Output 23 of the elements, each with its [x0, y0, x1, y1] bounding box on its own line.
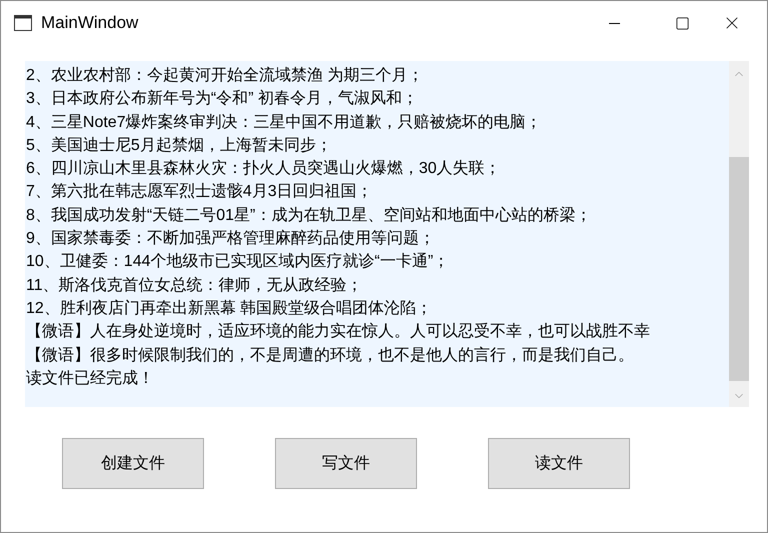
scroll-thumb[interactable]: [729, 157, 749, 381]
action-button[interactable]: 读文件: [488, 438, 630, 489]
text-line: 【微语】很多时候限制我们的，不是周遭的环境，也不是他人的言行，而是我们自己。: [26, 346, 634, 366]
text-line: 2、农业农村部：今起黄河开始全流域禁渔 为期三个月；: [26, 66, 424, 86]
text-line: 7、第六批在韩志愿军烈士遗骸4月3日回归祖国；: [26, 182, 373, 202]
text-line: 12、胜利夜店门再牵出新黑幕 韩国殿堂级合唱团体沦陷；: [26, 298, 432, 319]
text-line: 【微语】人在身处逆境时，适应环境的能力实在惊人。人可以忍受不幸，也可以战胜不幸: [26, 322, 650, 342]
window-icon: [14, 15, 32, 31]
action-button[interactable]: 写文件: [275, 438, 417, 489]
scrollbar[interactable]: [729, 61, 749, 407]
text-line: 11、斯洛伐克首位女总统：律师，无从政经验；: [26, 276, 363, 296]
window-title: MainWindow: [41, 12, 138, 34]
text-line: 3、日本政府公布新年号为“令和” 初春令月，气淑风和；: [26, 88, 418, 110]
action-button[interactable]: 创建文件: [62, 438, 204, 489]
text-line: 8、我国成功发射“天链二号01星”：成为在轨卫星、空间站和地面中心站的桥梁；: [26, 206, 592, 226]
text-line: 5、美国迪士尼5月起禁烟，上海暂未同步；: [26, 136, 332, 156]
text-line: 6、四川凉山木里县森林火灾：扑火人员突遇山火爆燃，30人失联；: [26, 158, 501, 180]
text-line: 读文件已经完成！: [26, 368, 154, 389]
text-line: 9、国家禁毒委：不断加强严格管理麻醉药品使用等问题；: [26, 228, 435, 250]
text-line: 4、三星Note7爆炸案终审判决：三星中国不用道歉，只赔被烧坏的电脑；: [26, 112, 542, 133]
minimize-icon: [608, 22, 620, 24]
maximize-icon: [674, 16, 690, 30]
text-line: 10、卫健委：144个地级市已实现区域内医疗就诊“一卡通”；: [26, 252, 450, 272]
